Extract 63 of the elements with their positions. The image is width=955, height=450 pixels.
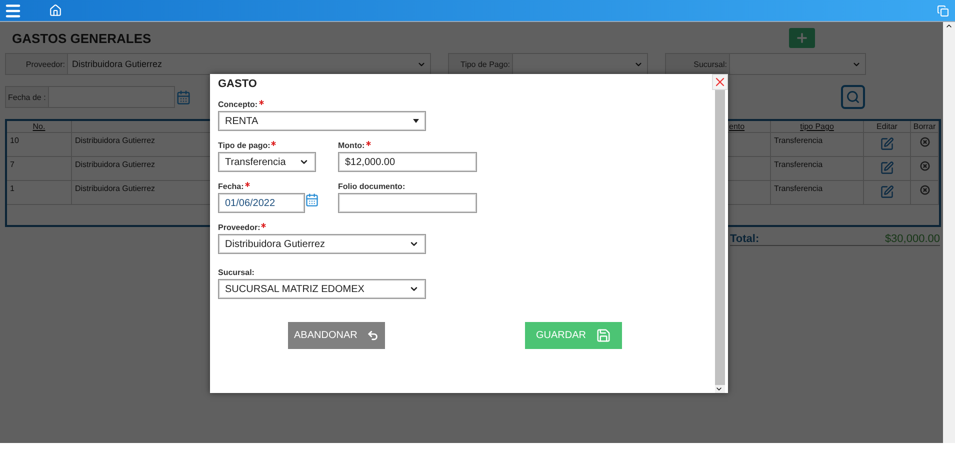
column-header[interactable]: Editar bbox=[864, 121, 911, 132]
concepto-select[interactable]: RENTA bbox=[218, 111, 426, 131]
filter-label: Sucursal: bbox=[692, 58, 728, 70]
field-label: Proveedor: bbox=[218, 223, 426, 234]
table-cell: Transferencia bbox=[771, 181, 864, 204]
filter-label: Proveedor: bbox=[24, 58, 66, 70]
input-field[interactable] bbox=[338, 193, 477, 213]
scroll-up-icon[interactable] bbox=[945, 22, 953, 30]
field-label: Folio documento: bbox=[338, 182, 406, 193]
plus-icon bbox=[795, 31, 809, 45]
edit-icon[interactable] bbox=[880, 161, 894, 175]
input-field[interactable]: $12,000.00 bbox=[338, 152, 477, 172]
page-title: GASTOS GENERALES bbox=[12, 30, 152, 46]
home-icon[interactable] bbox=[49, 4, 62, 17]
dialog-title: GASTO bbox=[218, 78, 258, 90]
field-label: Fecha: bbox=[218, 182, 338, 193]
calendar-icon[interactable] bbox=[305, 193, 319, 207]
total-label: Total: bbox=[730, 233, 760, 245]
search-icon bbox=[846, 90, 860, 104]
cancel-button[interactable]: ABANDONAR bbox=[288, 322, 385, 349]
field-label: Concepto: bbox=[218, 100, 426, 111]
column-header[interactable]: Borrar bbox=[911, 121, 939, 132]
close-button[interactable] bbox=[712, 74, 728, 90]
edit-icon[interactable] bbox=[880, 185, 894, 199]
delete-icon[interactable] bbox=[920, 137, 930, 147]
search-button[interactable] bbox=[841, 85, 865, 109]
column-header[interactable]: tipo Pago bbox=[771, 121, 864, 132]
table-cell: Transferencia bbox=[771, 157, 864, 180]
undo-icon bbox=[367, 328, 379, 343]
filter-select[interactable] bbox=[512, 54, 647, 74]
menu-icon[interactable] bbox=[4, 2, 22, 20]
save-icon bbox=[596, 328, 611, 343]
edit-icon[interactable] bbox=[880, 137, 894, 151]
filter-label: Tipo de Pago: bbox=[459, 58, 511, 71]
chevron-icon bbox=[409, 239, 419, 249]
scrollbar[interactable] bbox=[715, 90, 725, 393]
add-button[interactable] bbox=[789, 28, 815, 48]
select-field[interactable]: SUCURSAL MATRIZ EDOMEX bbox=[218, 279, 426, 299]
select-field[interactable]: Transferencia bbox=[218, 152, 316, 172]
field-label: Monto: bbox=[338, 141, 477, 152]
table-cell: 10 bbox=[7, 133, 72, 156]
filter-select[interactable]: Distribuidora Gutierrez bbox=[67, 54, 430, 74]
date-field[interactable]: 01/06/2022 bbox=[218, 193, 305, 213]
column-header[interactable]: No. bbox=[7, 121, 72, 132]
table-cell: 7 bbox=[7, 157, 72, 180]
delete-icon[interactable] bbox=[920, 185, 930, 195]
delete-icon[interactable] bbox=[920, 161, 930, 171]
close-icon bbox=[713, 75, 727, 89]
caret-icon bbox=[413, 119, 419, 123]
filter-label: Fecha de : bbox=[7, 92, 47, 104]
scrollbar[interactable] bbox=[943, 22, 955, 443]
table-cell: Transferencia bbox=[771, 133, 864, 156]
field-label: Sucursal: bbox=[218, 268, 256, 279]
select-field[interactable]: Distribuidora Gutierrez bbox=[218, 234, 426, 254]
chevron-icon bbox=[299, 157, 309, 167]
total-amount: $30,000.00 bbox=[884, 233, 940, 245]
scroll-down-icon[interactable] bbox=[715, 385, 723, 393]
chevron-icon bbox=[409, 284, 419, 294]
restore-window-icon[interactable] bbox=[937, 4, 949, 16]
calendar-icon[interactable] bbox=[176, 90, 191, 104]
field-label: Tipo de pago: bbox=[218, 141, 338, 152]
save-button[interactable]: GUARDAR bbox=[525, 322, 622, 349]
table-cell: 1 bbox=[7, 181, 72, 204]
